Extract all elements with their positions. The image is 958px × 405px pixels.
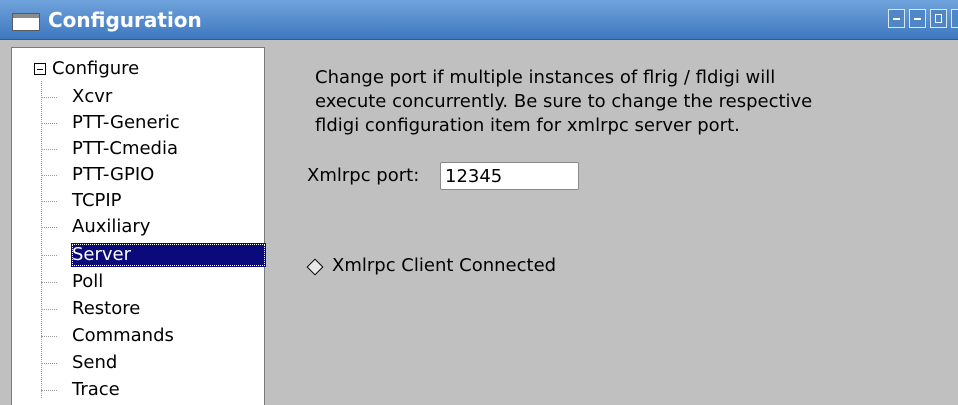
tree-item-label: Commands xyxy=(72,325,174,346)
close-button[interactable] xyxy=(951,9,958,28)
tree-branch xyxy=(41,363,57,364)
tree-item-server[interactable]: Server xyxy=(41,243,266,268)
config-tree[interactable]: Configure Xcvr PTT-Generic PTT-Cmedia PT… xyxy=(11,47,266,405)
tree-item-commands[interactable]: Commands xyxy=(41,324,261,349)
tree-item-send[interactable]: Send xyxy=(41,351,261,376)
tree-item-label: Auxiliary xyxy=(72,216,151,237)
tree-root-label: Configure xyxy=(52,58,140,79)
tree-item-ptt-gpio[interactable]: PTT-GPIO xyxy=(41,163,261,188)
tree-item-label: Xcvr xyxy=(72,86,113,107)
minimize-button[interactable] xyxy=(888,9,905,28)
tree-item-label: Server xyxy=(71,243,266,267)
tree-branch xyxy=(41,390,57,391)
tree-item-trace[interactable]: Trace xyxy=(41,378,261,403)
description-line: Change port if multiple instances of flr… xyxy=(315,67,776,88)
tree-item-label: Send xyxy=(72,352,118,373)
tree-branch xyxy=(41,97,57,98)
tree-branch xyxy=(41,149,57,150)
tree-item-label: PTT-Generic xyxy=(72,112,180,133)
collapse-icon[interactable] xyxy=(34,63,46,75)
title-bar[interactable]: Configuration xyxy=(0,0,958,40)
tree-item-poll[interactable]: Poll xyxy=(41,270,261,295)
tree-branch xyxy=(41,227,57,228)
client-connected-indicator: Xmlrpc Client Connected xyxy=(305,255,605,279)
tree-branch xyxy=(41,255,57,256)
description-line: fldigi configuration item for xmlrpc ser… xyxy=(315,115,740,136)
tree-branch xyxy=(41,175,57,176)
description-line: execute concurrently. Be sure to change … xyxy=(315,91,813,112)
tree-item-tcpip[interactable]: TCPIP xyxy=(41,189,261,214)
server-description: Change port if multiple instances of flr… xyxy=(315,66,915,138)
window-icon xyxy=(12,13,40,31)
diamond-indicator-icon xyxy=(306,258,324,276)
tree-item-xcvr[interactable]: Xcvr xyxy=(41,85,261,110)
xmlrpc-port-label: Xmlrpc port: xyxy=(307,165,420,186)
client-connected-label: Xmlrpc Client Connected xyxy=(332,255,557,276)
tree-item-label: PTT-Cmedia xyxy=(72,138,179,159)
tree-branch xyxy=(41,336,57,337)
tree-item-restore[interactable]: Restore xyxy=(41,297,261,322)
tree-item-ptt-generic[interactable]: PTT-Generic xyxy=(41,111,261,136)
tree-item-label: PTT-GPIO xyxy=(72,164,155,185)
tree-branch xyxy=(41,123,57,124)
maximize-button[interactable] xyxy=(930,9,947,28)
tree-item-label: Poll xyxy=(72,271,104,292)
tree-item-auxiliary[interactable]: Auxiliary xyxy=(41,215,261,240)
tree-item-label: Restore xyxy=(72,298,141,319)
shade-button[interactable] xyxy=(909,9,926,28)
window-title: Configuration xyxy=(48,8,202,32)
tree-item-label: Trace xyxy=(72,379,120,400)
tree-item-label: TCPIP xyxy=(72,190,122,211)
tree-branch xyxy=(41,309,57,310)
tree-branch xyxy=(41,282,57,283)
xmlrpc-port-input[interactable] xyxy=(440,162,579,190)
tree-item-ptt-cmedia[interactable]: PTT-Cmedia xyxy=(41,137,261,162)
tree-branch xyxy=(41,201,57,202)
